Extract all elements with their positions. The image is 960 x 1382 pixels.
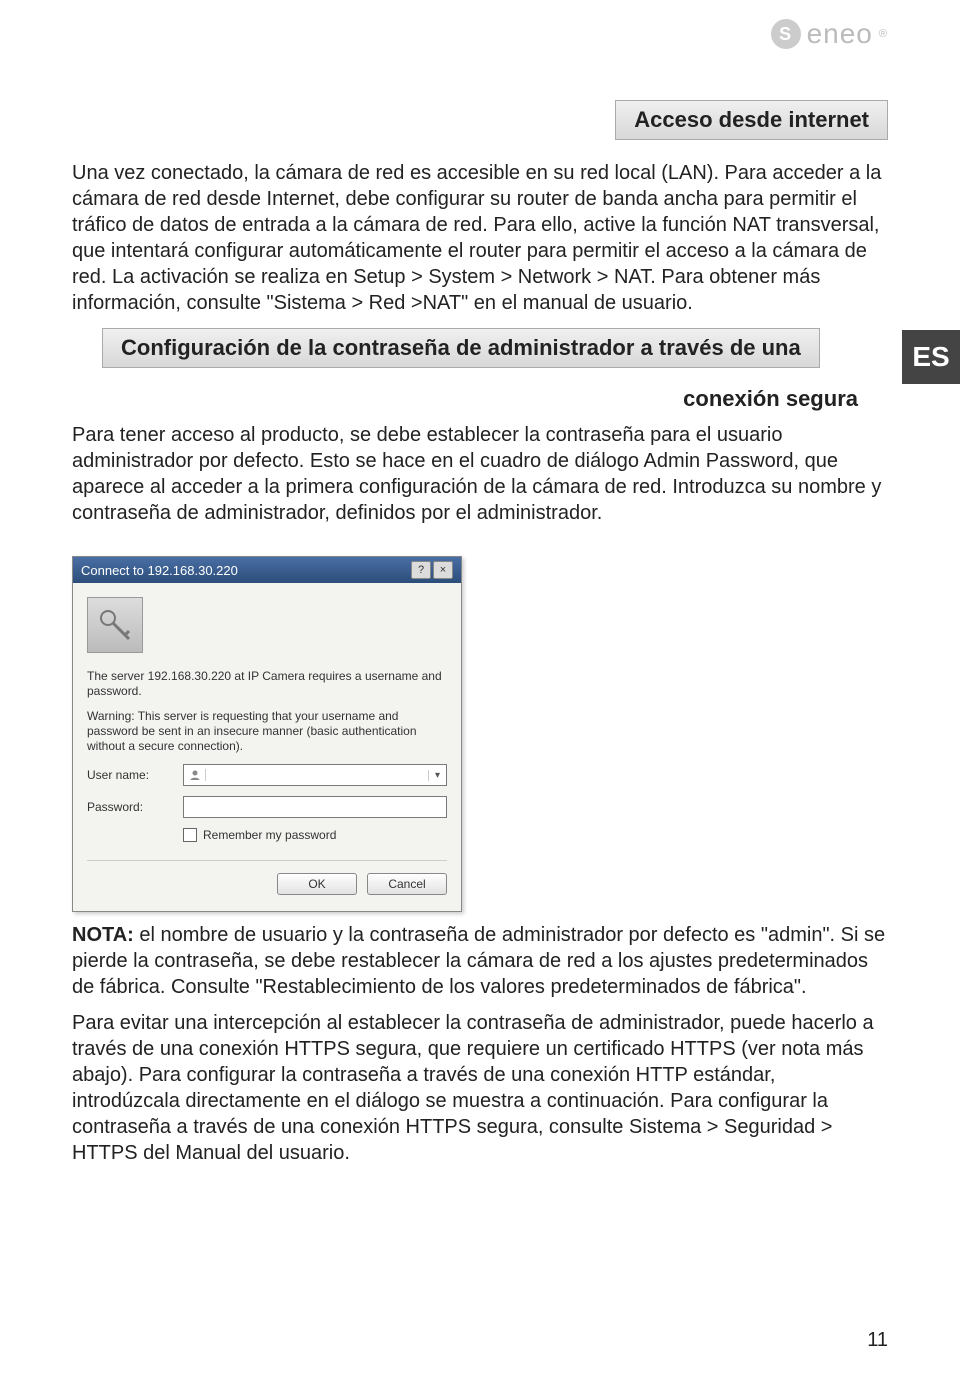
- ok-button[interactable]: OK: [277, 873, 357, 895]
- dialog-message-1: The server 192.168.30.220 at IP Camera r…: [87, 669, 447, 699]
- dialog-close-button[interactable]: ×: [433, 561, 453, 579]
- paragraph-internet-access: Una vez conectado, la cámara de red es a…: [72, 160, 888, 316]
- remember-password-checkbox[interactable]: [183, 828, 197, 842]
- note-text: el nombre de usuario y la contraseña de …: [72, 924, 885, 998]
- password-label: Password:: [87, 800, 183, 814]
- remember-password-label: Remember my password: [203, 828, 336, 842]
- section-heading-admin-password: Configuración de la contraseña de admini…: [102, 328, 820, 368]
- brand-name: eneo: [807, 18, 873, 50]
- chevron-down-icon[interactable]: ▾: [428, 770, 446, 781]
- keys-icon: [87, 597, 143, 653]
- brand-tm: ®: [879, 28, 888, 40]
- dialog-title: Connect to 192.168.30.220: [81, 563, 238, 578]
- section-heading-secure-connection: conexión segura: [72, 386, 858, 412]
- paragraph-https: Para evitar una intercepción al establec…: [72, 1010, 888, 1166]
- username-input[interactable]: [206, 765, 428, 785]
- username-combobox[interactable]: ▾: [183, 764, 447, 786]
- password-input[interactable]: [184, 797, 446, 817]
- dialog-titlebar: Connect to 192.168.30.220 ? ×: [73, 557, 461, 583]
- dialog-message-2: Warning: This server is requesting that …: [87, 709, 447, 754]
- paragraph-note: NOTA: el nombre de usuario y la contrase…: [72, 922, 888, 1000]
- dialog-help-button[interactable]: ?: [411, 561, 431, 579]
- section-heading-internet-access: Acceso desde internet: [615, 100, 888, 140]
- username-label: User name:: [87, 768, 183, 782]
- brand-logo-icon: S: [771, 19, 801, 49]
- cancel-button[interactable]: Cancel: [367, 873, 447, 895]
- auth-dialog: Connect to 192.168.30.220 ? × The server…: [72, 556, 462, 912]
- page-number: 11: [867, 1329, 888, 1352]
- brand-logo: S eneo ®: [771, 18, 888, 50]
- paragraph-admin-password: Para tener acceso al producto, se debe e…: [72, 422, 888, 526]
- user-icon: [184, 769, 206, 781]
- language-tab: ES: [902, 330, 960, 384]
- password-field-wrap[interactable]: [183, 796, 447, 818]
- note-label: NOTA:: [72, 924, 134, 946]
